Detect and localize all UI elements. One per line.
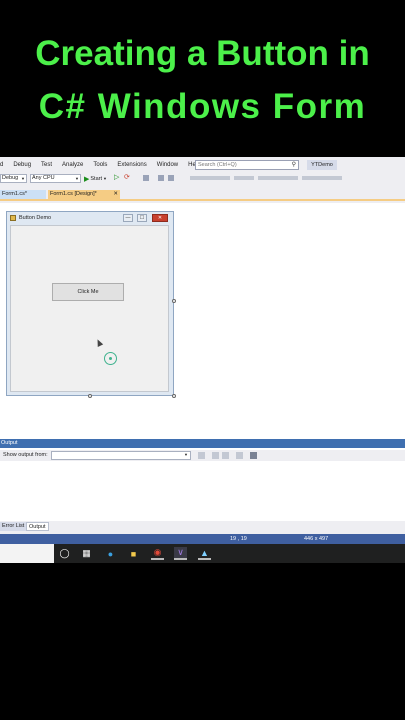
form-designer-surface[interactable]: Button Demo — ☐ ✕ Click Me [0,203,405,439]
edge-icon[interactable]: ● [104,547,117,560]
search-placeholder: Search (Ctrl+Q) [198,162,237,168]
tab-form1-design[interactable]: Form1.cs [Design]* ✕ [48,190,120,199]
search-icon: ⚲ [291,162,296,168]
headline-line-2: C# Windows Form [38,87,367,126]
word-wrap-icon[interactable] [250,452,257,459]
menu-item-debug[interactable]: Debug [8,162,36,168]
resize-handle[interactable] [172,299,176,303]
next-message-icon[interactable] [222,452,229,459]
clear-all-icon[interactable] [236,452,243,459]
tab-label: Form1.cs [Design]* [50,191,97,197]
previous-message-icon[interactable] [212,452,219,459]
bottom-tool-tabs: Error List Output [0,521,405,532]
click-indicator-icon [104,352,117,365]
chevron-down-icon: ▼ [103,176,107,181]
task-view-icon[interactable]: ▦ [80,547,93,560]
configuration-select[interactable]: Debug ▼ [0,174,27,183]
toolbar: Debug ▼ Any CPU ▼ ▶ Start ▼ ▷ ⟳ [0,172,405,184]
installer-icon[interactable]: ▲ [198,547,211,560]
search-input[interactable]: Search (Ctrl+Q) ⚲ [195,160,299,170]
toolbar-icon[interactable] [143,175,149,181]
chrome-icon[interactable]: ◉ [151,547,164,560]
toolbar-icon[interactable] [168,175,174,181]
platform-value: Any CPU [32,175,55,181]
menu-item-tools[interactable]: Tools [88,162,112,168]
tab-form1-code[interactable]: Form1.cs* [0,190,46,199]
menu-item-window[interactable]: Window [152,162,183,168]
resize-handle[interactable] [88,394,92,398]
form-icon [10,215,16,221]
layout-toolbar-icons[interactable] [302,176,342,180]
taskbar-search-box[interactable] [0,544,54,563]
play-icon: ▶ [84,175,90,183]
start-label: Start [90,175,103,182]
screen: Creating a Button in C# Windows Form d D… [0,0,405,720]
windows-taskbar: ◯ ▦ ● ■ ◉ ∨ ▲ [0,544,405,563]
output-panel: Output Show output from: ▼ [0,439,405,532]
visual-studio-window: d Debug Test Analyze Tools Extensions Wi… [0,157,405,563]
click-me-button[interactable]: Click Me [52,283,124,301]
start-icon[interactable]: ◯ [58,547,71,560]
document-tabstrip: Form1.cs* Form1.cs [Design]* ✕ [0,190,405,201]
close-icon[interactable]: ✕ [152,214,168,222]
form-client-area[interactable]: Click Me [10,225,169,392]
layout-toolbar-icons[interactable] [190,176,230,180]
start-button[interactable]: ▶ Start ▼ [84,174,107,183]
start-without-debugging-icon[interactable]: ▷ [114,173,119,181]
output-toolbar: Show output from: ▼ [0,450,405,461]
find-message-icon[interactable] [198,452,205,459]
hot-reload-icon[interactable]: ⟳ [124,173,130,181]
menu-item-test[interactable]: Test [36,162,57,168]
configuration-value: Debug [2,175,19,181]
resize-handle[interactable] [172,394,176,398]
form-size-readout: 446 x 497 [304,536,329,542]
chevron-down-icon: ▼ [184,452,188,457]
tab-error-list[interactable]: Error List [0,522,27,531]
cursor-position-readout: 19 , 19 [230,536,247,542]
visual-studio-icon[interactable]: ∨ [174,547,187,560]
form-window[interactable]: Button Demo — ☐ ✕ Click Me [6,211,174,396]
toolbar-icon[interactable] [158,175,164,181]
menu-item-extensions[interactable]: Extensions [112,162,151,168]
chevron-down-icon: ▼ [21,176,25,181]
file-explorer-icon[interactable]: ■ [127,547,140,560]
chevron-down-icon: ▼ [75,176,79,181]
tab-output[interactable]: Output [26,522,49,531]
form-titlebar: Button Demo — ☐ ✕ [7,212,173,224]
layout-toolbar-icons[interactable] [258,176,298,180]
headline-line-1: Creating a Button in [35,34,370,73]
click-indicator-dot [109,357,112,360]
status-bar: 19 , 19 446 x 497 [0,534,405,544]
menu-item-partial[interactable]: d [0,162,8,168]
form-title: Button Demo [19,215,52,221]
menu-item-analyze[interactable]: Analyze [57,162,88,168]
close-icon[interactable]: ✕ [113,190,118,199]
minimize-icon[interactable]: — [123,214,133,222]
layout-toolbar-icons[interactable] [234,176,254,180]
output-panel-header: Output [0,439,405,448]
output-source-select[interactable]: ▼ [51,451,191,460]
maximize-icon[interactable]: ☐ [137,214,147,222]
project-name-badge[interactable]: YTDemo [307,160,337,170]
platform-select[interactable]: Any CPU ▼ [30,174,81,183]
show-output-from-label: Show output from: [3,452,48,458]
